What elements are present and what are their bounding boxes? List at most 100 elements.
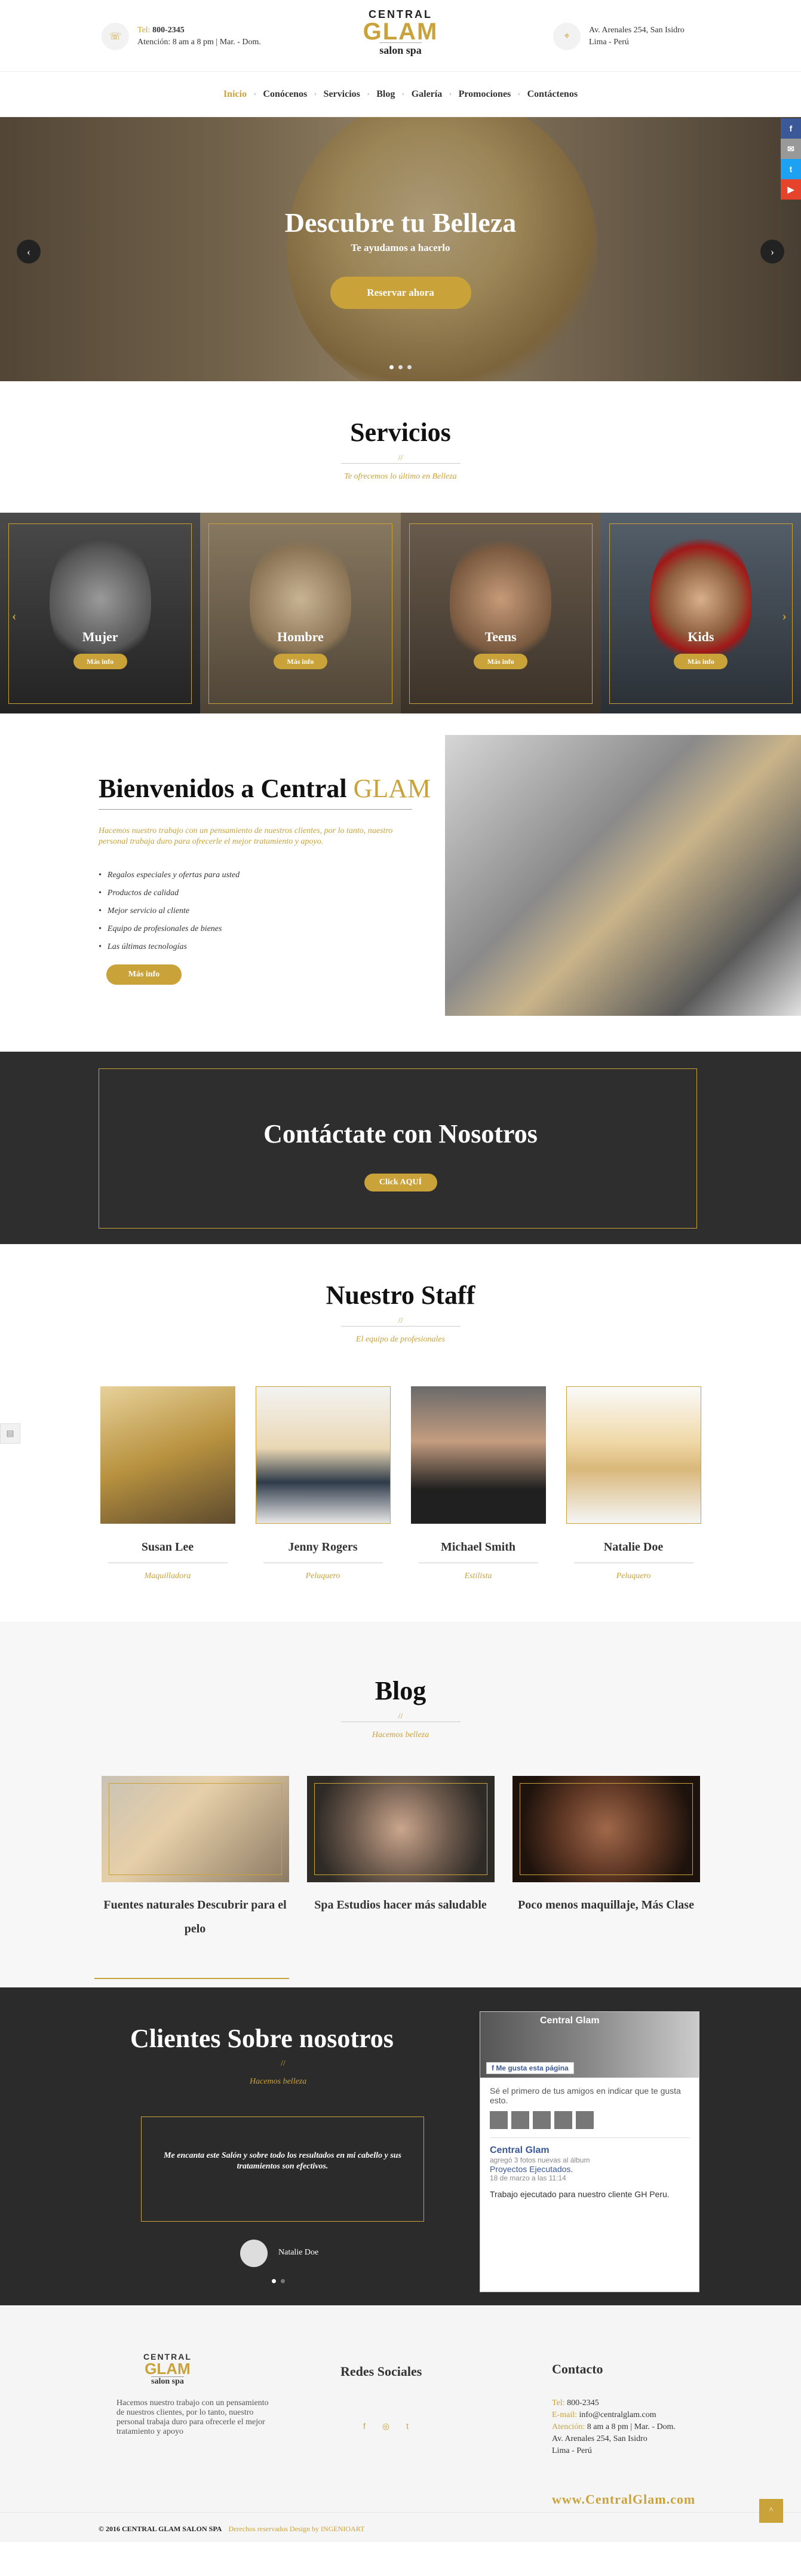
- staff-role: Estilista: [464, 1572, 492, 1580]
- email-value[interactable]: info@centralglam.com: [579, 2410, 656, 2419]
- nav-item-blog[interactable]: Blog: [369, 89, 402, 100]
- nav-item-promociones[interactable]: Promociones: [452, 89, 518, 100]
- friend-thumb[interactable]: [554, 2111, 572, 2129]
- hero-dot[interactable]: [398, 365, 403, 369]
- blog-card[interactable]: Spa Estudios hacer más saludable: [306, 1776, 495, 1941]
- blog-card[interactable]: Poco menos maquillaje, Más Clase: [512, 1776, 700, 1941]
- blog-image: [306, 1776, 495, 1882]
- service-more-button[interactable]: Más info: [73, 654, 127, 669]
- email-icon[interactable]: ✉: [781, 139, 801, 159]
- blog-post-title[interactable]: Poco menos maquillaje, Más Clase: [512, 1893, 700, 1917]
- footer-contact-title: Contacto: [552, 2361, 603, 2376]
- nav-item-contactenos[interactable]: Contáctenos: [520, 89, 585, 100]
- staff-card[interactable]: Michael Smith Estilista: [410, 1386, 546, 1581]
- staff-card[interactable]: Susan Lee Maquilladora: [100, 1386, 235, 1581]
- hero-dots: [0, 365, 801, 369]
- friend-thumb[interactable]: [576, 2111, 594, 2129]
- card-frame: [208, 523, 392, 704]
- services-carousel: ▤ Mujer Más info Hombre Más info Teens M…: [0, 513, 801, 713]
- social-sidebar: f ✉ t ▶: [781, 118, 801, 200]
- facebook-post-album[interactable]: Proyectos Ejecutados.: [490, 2164, 689, 2174]
- services-header: Servicios // Te ofrecemos lo último en B…: [0, 381, 801, 513]
- staff-card[interactable]: Jenny Rogers Peluquero: [255, 1386, 391, 1581]
- blog-card[interactable]: Fuentes naturales Descubrir para el pelo: [101, 1776, 289, 1941]
- facebook-page-name[interactable]: Central Glam: [540, 2016, 600, 2026]
- facebook-like-button[interactable]: f Me gusta esta página: [486, 2062, 574, 2074]
- address-line2: Lima - Perú: [552, 2446, 592, 2455]
- list-item: Productos de calidad: [99, 884, 240, 902]
- friend-thumb[interactable]: [490, 2111, 508, 2129]
- hero-dot[interactable]: [389, 365, 394, 369]
- blog-image: [101, 1776, 289, 1882]
- testimonials-subtitle: Hacemos belleza: [250, 2077, 307, 2086]
- testimonial-dot[interactable]: [281, 2279, 285, 2283]
- list-item: Mejor servicio al cliente: [99, 902, 240, 920]
- youtube-icon[interactable]: ▶: [781, 179, 801, 200]
- service-more-button[interactable]: Más info: [474, 654, 528, 669]
- card-frame: [8, 523, 192, 704]
- staff-subtitle: El equipo de profesionales: [355, 1335, 446, 1344]
- facebook-post-author[interactable]: Central Glam: [490, 2145, 689, 2156]
- twitter-icon[interactable]: t: [406, 2421, 409, 2431]
- tel-value[interactable]: 800-2345: [567, 2399, 599, 2407]
- facebook-post-text: Trabajo ejecutado para nuestro cliente G…: [490, 2189, 670, 2199]
- testimonial-dot[interactable]: [272, 2279, 276, 2283]
- blog-post-title[interactable]: Spa Estudios hacer más saludable: [307, 1893, 495, 1917]
- staff-photo: [566, 1386, 701, 1524]
- staff-role: Peluquero: [616, 1572, 651, 1580]
- blog-list: Fuentes naturales Descubrir para el pelo…: [0, 1776, 801, 1941]
- service-card-kids[interactable]: Kids Más info: [600, 513, 801, 713]
- welcome-more-button[interactable]: Más info: [106, 964, 182, 985]
- nav-item-servicios[interactable]: Servicios: [317, 89, 367, 100]
- friend-thumb[interactable]: [533, 2111, 551, 2129]
- logo[interactable]: CENTRAL GLAM salon spa: [363, 8, 438, 57]
- twitter-icon[interactable]: t: [781, 159, 801, 179]
- service-more-button[interactable]: Más info: [273, 654, 327, 669]
- service-more-button[interactable]: Más info: [674, 654, 728, 669]
- card-frame: [609, 523, 793, 704]
- panel-toggle-icon[interactable]: ▤: [0, 1423, 20, 1444]
- contact-banner: Contáctate con Nosotros Click AQUÍ: [0, 1052, 801, 1244]
- contact-click-button[interactable]: Click AQUÍ: [364, 1174, 437, 1191]
- credits-text[interactable]: Derechos reservados Design by INGENIOART: [228, 2525, 364, 2533]
- blog-title: Blog: [375, 1676, 426, 1705]
- facebook-icon[interactable]: f: [363, 2421, 366, 2431]
- email-label: E-mail:: [552, 2410, 577, 2419]
- tel-label: Tel:: [552, 2399, 565, 2407]
- welcome-section: Bienvenidos a Central GLAM Hacemos nuest…: [0, 713, 801, 1052]
- phone-number[interactable]: 800-2345: [152, 26, 185, 35]
- footer-website[interactable]: www.CentralGlam.com: [552, 2492, 695, 2507]
- service-card-mujer[interactable]: Mujer Más info: [0, 513, 201, 713]
- staff-card[interactable]: Natalie Doe Peluquero: [566, 1386, 701, 1581]
- salon-photo: [445, 735, 801, 1016]
- nav-item-galeria[interactable]: Galería: [404, 89, 450, 100]
- staff-name: Natalie Doe: [603, 1540, 664, 1554]
- nav-item-inicio[interactable]: Inicio: [216, 89, 254, 100]
- logo-line3: salon spa: [379, 42, 422, 57]
- card-frame: [314, 1783, 487, 1875]
- footer-contact-info: Tel: 800-2345 E-mail: info@centralglam.c…: [552, 2397, 676, 2457]
- services-line: [340, 463, 461, 464]
- nav-item-conocenos[interactable]: Conócenos: [256, 89, 314, 100]
- welcome-title-main: Bienvenidos a Central: [99, 774, 354, 803]
- footer: CENTRAL GLAM salon spa Hacemos nuestro t…: [0, 2305, 801, 2542]
- service-name: Mujer: [82, 629, 118, 644]
- hours-text: Atención: 8 am a 8 pm | Mar. - Dom.: [137, 38, 261, 47]
- services-next-arrow-icon[interactable]: ›: [782, 608, 787, 624]
- staff-line: [340, 1326, 461, 1327]
- service-name: Teens: [484, 629, 517, 644]
- facebook-icon[interactable]: f: [781, 118, 801, 139]
- service-card-teens[interactable]: Teens Más info: [400, 513, 601, 713]
- reserve-button[interactable]: Reservar ahora: [330, 277, 471, 309]
- footer-logo[interactable]: CENTRAL GLAM salon spa: [143, 2352, 192, 2387]
- service-card-hombre[interactable]: Hombre Más info: [200, 513, 401, 713]
- services-prev-arrow-icon[interactable]: ‹: [12, 608, 16, 624]
- main-nav: Inicio › Conócenos › Servicios › Blog › Gale…: [0, 72, 801, 117]
- services-title: Servicios: [350, 418, 451, 447]
- facebook-post-date: 18 de marzo a las 11:14: [490, 2174, 566, 2182]
- hero-dot[interactable]: [407, 365, 412, 369]
- friend-thumb[interactable]: [511, 2111, 529, 2129]
- instagram-icon[interactable]: ◎: [382, 2421, 389, 2431]
- back-to-top-button[interactable]: ^: [759, 2499, 783, 2523]
- blog-post-title[interactable]: Fuentes naturales Descubrir para el pelo: [102, 1893, 289, 1941]
